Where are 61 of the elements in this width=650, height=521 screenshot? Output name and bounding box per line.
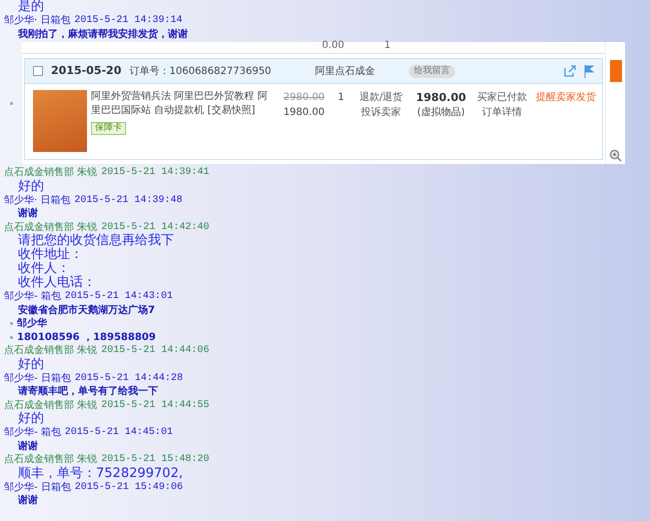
total-note: (虚拟物品) (417, 106, 465, 120)
message-text: 是的 (17, 0, 45, 14)
message-text: 收件人： (17, 262, 70, 276)
message-time: 2015-5-21 14:44:06 (101, 344, 210, 358)
guarantee-badge: 保障卡 (91, 122, 126, 135)
message-text: 顺丰，单号：7528299702, (17, 466, 184, 480)
zoom-icon[interactable] (609, 149, 622, 162)
message-text: 请把您的收货信息再给我下 (17, 234, 175, 248)
unit-price: 1980.00 (283, 106, 325, 120)
order-cell: 1 (384, 42, 391, 53)
message-time: 2015-5-21 14:42:40 (101, 220, 210, 233)
product-title[interactable]: 阿里外贸营销兵法 阿里巴巴外贸教程 阿里巴巴国际站 自动提款机 [交易快照] (91, 90, 277, 118)
order-action-link[interactable]: 投诉卖家 (361, 105, 401, 120)
sender-name: 邹少华- 箱包 (4, 426, 61, 440)
sender-name: 点石成金销售部 朱锐 (4, 166, 98, 180)
sender-name: 点石成金销售部 朱锐 (4, 453, 98, 466)
order-details-link[interactable]: 订单详情 (482, 105, 522, 120)
sender-name: 邹少华· 日箱包 (4, 14, 70, 28)
message-time: 2015-5-21 14:44:55 (101, 398, 210, 412)
order-status: 买家已付款 (477, 90, 527, 105)
total-price: 1980.00 (416, 90, 466, 105)
message-time: 2015-5-21 14:39:14 (74, 14, 182, 28)
order-number: 订单号：1060686827736950 (129, 64, 272, 78)
sender-name: 邹少华- 日箱包 (4, 372, 71, 385)
message-text: 收件人电话： (17, 276, 97, 290)
message-text: 谢谢 (16, 207, 39, 220)
message-text: 我刚拍了，麻烦请帮我安排发货，谢谢 (16, 28, 189, 41)
message-time: 2015-5-21 15:48:20 (101, 453, 210, 466)
sender-name: 邹少华· 日箱包 (4, 194, 70, 207)
message-text: 请寄顺丰吧，单号有了给我一下 (16, 385, 159, 398)
side-tab[interactable] (610, 60, 622, 82)
message-text: 180108596 ，189588809 (17, 330, 156, 344)
message-text: 好的 (17, 412, 45, 426)
share-icon[interactable] (564, 65, 576, 77)
message-time: 2015-5-21 14:44:28 (74, 372, 183, 385)
message-time: 2015-5-21 14:39:48 (74, 194, 182, 207)
message-text: 邹少华 (17, 317, 47, 330)
message-text: 好的 (17, 358, 45, 372)
product-image (33, 90, 87, 152)
message-time: 2015-5-21 15:49:06 (74, 480, 183, 494)
message-text: 谢谢 (16, 494, 39, 508)
order-date: 2015-05-20 (51, 62, 122, 79)
flag-icon[interactable] (584, 64, 594, 78)
original-price: 2980.00 (283, 91, 325, 105)
message-time: 2015-5-21 14:45:01 (64, 426, 173, 440)
sender-name: 邹少华- 日箱包 (4, 480, 71, 494)
sender-name: 点石成金销售部 朱锐 (4, 344, 98, 358)
quantity: 1 (338, 91, 344, 105)
message-text: 谢谢 (16, 440, 39, 453)
order-cell: 0.00 (322, 42, 344, 53)
message-text: 安徽省合肥市天鹅湖万达广场7 (17, 304, 156, 317)
message-text: 好的 (17, 180, 45, 194)
message-time: 2015-5-21 14:43:01 (64, 290, 173, 304)
order-checkbox[interactable] (33, 66, 43, 76)
sender-name: 点石成金销售部 朱锐 (4, 220, 98, 233)
sender-name: 邹少华- 箱包 (4, 290, 61, 304)
message-text: 收件地址： (17, 248, 84, 262)
sender-name: 点石成金销售部 朱锐 (4, 398, 98, 412)
order-action-link[interactable]: 退款/退货 (359, 90, 403, 105)
message-time: 2015-5-21 14:39:41 (101, 166, 210, 180)
shop-name: 阿里点石成金 (315, 64, 376, 78)
